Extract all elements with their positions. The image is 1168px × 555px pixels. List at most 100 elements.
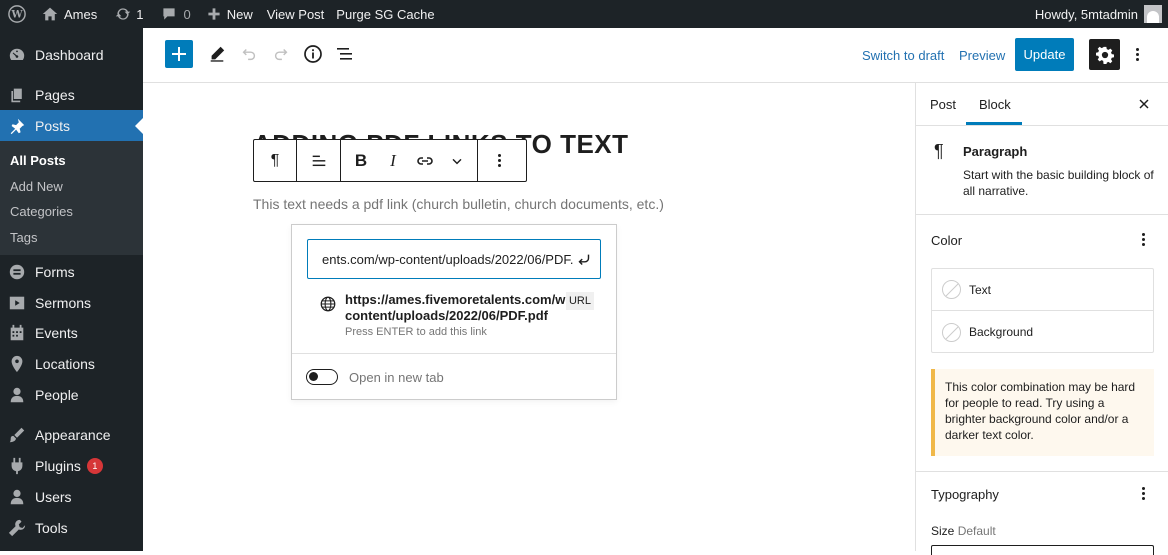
paragraph-block[interactable]: This text needs a pdf link (church bulle… (253, 196, 664, 212)
paragraph-icon[interactable]: ¶ (254, 140, 296, 181)
new-content-link[interactable]: New (201, 0, 259, 28)
link-button[interactable] (409, 140, 441, 181)
align-left-icon (312, 155, 325, 166)
sidebar-item-posts[interactable]: Posts (0, 110, 143, 141)
kebab-icon (492, 152, 506, 170)
howdy-text: Howdy, 5mtadmin (1034, 6, 1138, 22)
sidebar-item-people[interactable]: People (0, 379, 143, 410)
link-popover: ents.com/wp-content/uploads/2022/06/PDF.… (291, 224, 617, 400)
admin-bar: W Ames 1 0 New View Post Purge SG Cache … (0, 0, 1168, 28)
tabs-divider (916, 125, 1168, 126)
sidebar-item-pages[interactable]: Pages (0, 79, 143, 110)
redo-button[interactable] (267, 40, 295, 68)
globe-icon (319, 295, 337, 316)
typography-panel-title[interactable]: Typography (931, 487, 999, 502)
sidebar-item-dashboard[interactable]: Dashboard (0, 39, 143, 70)
toggle-knob (309, 372, 318, 381)
location-pin-icon (8, 355, 26, 373)
admin-sidebar: Dashboard Pages Posts All Posts Add New … (0, 28, 143, 551)
color-panel-divider (916, 471, 1168, 472)
url-input[interactable]: ents.com/wp-content/uploads/2022/06/PDF.… (307, 239, 601, 279)
sidebar-item-label: Sermons (35, 294, 92, 311)
popover-divider (292, 353, 616, 354)
purge-cache-label: Purge SG Cache (336, 6, 435, 22)
open-new-tab-toggle[interactable] (306, 369, 338, 385)
font-size-picker[interactable] (931, 545, 1154, 555)
align-button[interactable] (297, 140, 340, 181)
comments-link[interactable]: 0 (155, 0, 196, 28)
active-indicator (135, 118, 143, 134)
submit-link-button[interactable] (574, 250, 594, 270)
color-options-list: Text Background (931, 268, 1154, 353)
preview-button[interactable]: Preview (959, 48, 1005, 63)
sidebar-item-label: Plugins (35, 457, 81, 474)
details-button[interactable] (299, 40, 327, 68)
update-button[interactable]: Update (1015, 38, 1074, 71)
updates-link[interactable]: 1 (109, 0, 149, 28)
submenu-tags[interactable]: Tags (10, 230, 37, 245)
site-name-link[interactable]: Ames (36, 0, 103, 28)
sidebar-item-plugins[interactable]: Plugins 1 (0, 450, 143, 481)
switch-to-draft-button[interactable]: Switch to draft (862, 48, 944, 63)
add-block-button[interactable] (165, 40, 193, 68)
wordpress-logo-icon[interactable]: W (0, 0, 36, 28)
close-settings-button[interactable] (1136, 96, 1152, 115)
block-options-button[interactable] (478, 140, 520, 181)
sidebar-item-label: Locations (35, 355, 95, 372)
settings-button[interactable] (1089, 39, 1120, 70)
people-icon (8, 386, 26, 404)
editor-toolbar: Switch to draft Preview Update (143, 28, 1168, 83)
undo-button[interactable] (235, 40, 263, 68)
bold-button[interactable]: B (345, 140, 377, 181)
submenu-add-new[interactable]: Add New (10, 179, 63, 194)
sidebar-item-forms[interactable]: Forms (0, 256, 143, 287)
block-switcher-group: ¶ (254, 140, 297, 181)
italic-button[interactable]: I (377, 140, 409, 181)
submenu-categories[interactable]: Categories (10, 204, 73, 219)
more-formats-button[interactable] (441, 140, 473, 181)
plus-icon (172, 47, 186, 61)
account-menu[interactable]: Howdy, 5mtadmin (1035, 5, 1168, 23)
pin-icon (8, 117, 26, 135)
comments-count: 0 (183, 6, 191, 22)
sidebar-item-sermons[interactable]: Sermons (0, 287, 143, 318)
avatar (1144, 5, 1162, 23)
updates-count: 1 (136, 6, 144, 22)
sidebar-item-label: Posts (35, 117, 71, 134)
typography-options-button[interactable] (1136, 484, 1150, 502)
sidebar-item-tools[interactable]: Tools (0, 512, 143, 543)
options-button[interactable] (1125, 40, 1149, 68)
suggestion-type-badge: URL (566, 292, 594, 310)
sidebar-item-label: Pages (35, 86, 75, 103)
tools-button[interactable] (203, 40, 231, 68)
view-post-link[interactable]: View Post (261, 0, 331, 28)
posts-submenu: All Posts Add New Categories Tags (0, 141, 143, 255)
url-input-value: ents.com/wp-content/uploads/2022/06/PDF.… (322, 251, 592, 267)
sidebar-item-label: Dashboard (35, 46, 104, 63)
sidebar-item-users[interactable]: Users (0, 481, 143, 512)
site-name: Ames (64, 6, 98, 22)
color-background-option[interactable]: Background (932, 311, 1153, 353)
purge-cache-link[interactable]: Purge SG Cache (330, 0, 440, 28)
sidebar-item-events[interactable]: Events (0, 317, 143, 348)
list-view-button[interactable] (331, 40, 359, 68)
color-panel-title[interactable]: Color (931, 233, 962, 248)
sidebar-item-label: Appearance (35, 426, 111, 443)
submenu-all-posts[interactable]: All Posts (10, 153, 66, 168)
link-suggestion[interactable]: https://ames.fivemoretalents.com/wp-cont… (307, 289, 601, 343)
open-new-tab-label: Open in new tab (349, 370, 444, 385)
enter-icon (578, 254, 590, 266)
empty-swatch-icon (942, 322, 961, 342)
tab-block[interactable]: Block (979, 97, 1011, 112)
sidebar-item-appearance[interactable]: Appearance (0, 419, 143, 450)
brush-icon (8, 426, 26, 444)
sidebar-item-locations[interactable]: Locations (0, 348, 143, 379)
color-text-option[interactable]: Text (932, 269, 1153, 311)
comment-icon (163, 8, 176, 20)
color-options-button[interactable] (1136, 230, 1150, 248)
tab-post[interactable]: Post (930, 97, 956, 112)
wrench-icon (8, 519, 26, 537)
home-icon (42, 7, 58, 21)
user-icon (8, 488, 26, 506)
sidebar-item-label: Tools (35, 519, 68, 536)
